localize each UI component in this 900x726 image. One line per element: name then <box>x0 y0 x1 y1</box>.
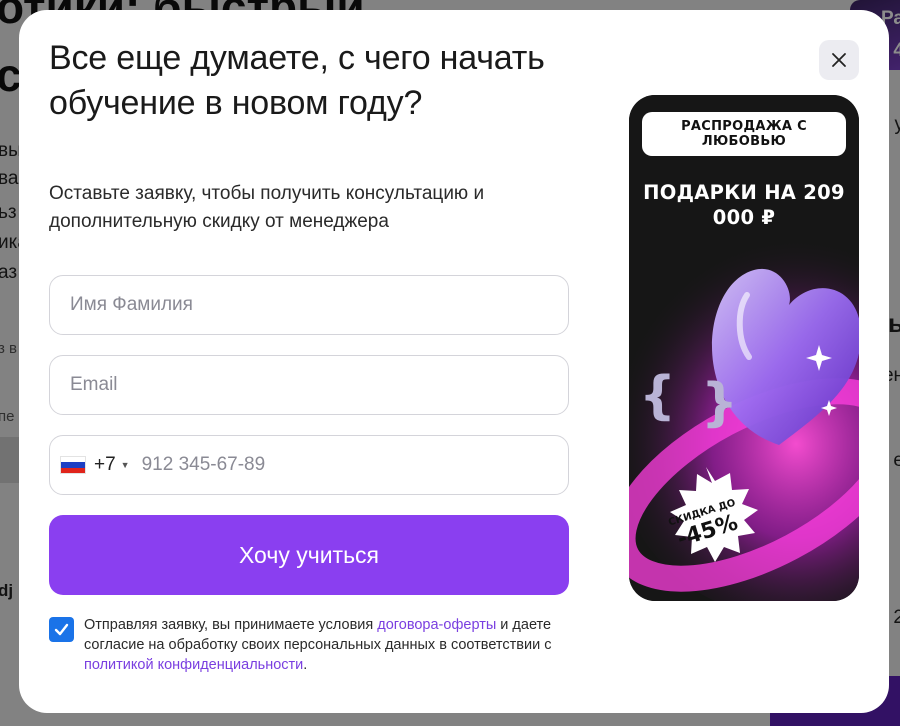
svg-text:{: { <box>639 366 676 426</box>
name-field <box>49 275 569 335</box>
background-text: ва <box>0 168 19 189</box>
close-icon <box>832 53 846 67</box>
background-text: пе <box>0 408 15 425</box>
background-text: у <box>894 114 900 135</box>
consent-text-part: . <box>303 657 308 673</box>
name-input[interactable] <box>50 276 568 334</box>
background-text: з в <box>0 340 18 357</box>
privacy-policy-link[interactable]: политикой конфиденциальности <box>84 657 303 673</box>
russia-flag-icon <box>60 456 86 474</box>
background-text: 2 <box>893 607 900 628</box>
submit-button[interactable]: Хочу учиться <box>49 515 569 595</box>
consent-checkbox[interactable] <box>49 617 74 642</box>
consent-text: Отправляя заявку, вы принимаете условия … <box>84 615 559 675</box>
consent-block: Отправляя заявку, вы принимаете условия … <box>49 615 559 675</box>
promo-banner[interactable]: { } РАСПРОДАЖА С ЛЮБОВЬЮ ПОДАРКИ НА 209 … <box>629 95 859 601</box>
lead-form-modal: Все еще думаете, с чего начать обучение … <box>19 10 889 713</box>
phone-input[interactable] <box>129 436 568 494</box>
banner-headline: ПОДАРКИ НА 209 000 ₽ <box>643 181 845 229</box>
checkmark-icon <box>54 623 69 636</box>
email-field <box>49 355 569 415</box>
chevron-down-icon: ▼ <box>120 460 130 470</box>
phone-code: +7 <box>94 454 116 475</box>
close-button[interactable] <box>819 40 859 80</box>
background-text: 4 <box>893 40 900 61</box>
consent-text-part: Отправляя заявку, вы принимаете условия <box>84 617 378 633</box>
background-text: аз <box>0 262 18 283</box>
background-text: ьз <box>0 202 17 223</box>
svg-text:}: } <box>701 373 738 433</box>
offer-link[interactable]: договора-оферты <box>377 617 496 633</box>
email-input[interactable] <box>50 356 568 414</box>
banner-sale-label: РАСПРОДАЖА С ЛЮБОВЬЮ <box>642 112 846 156</box>
background-text: е <box>893 450 900 471</box>
modal-title: Все еще думаете, с чего начать обучение … <box>49 39 545 122</box>
phone-field: +7 ▼ <box>49 435 569 495</box>
background-text: dj <box>0 581 14 600</box>
modal-subtitle: Оставьте заявку, чтобы получить консульт… <box>49 183 485 232</box>
country-code-select[interactable]: +7 ▼ <box>50 436 130 494</box>
background-text: ь <box>888 308 900 338</box>
